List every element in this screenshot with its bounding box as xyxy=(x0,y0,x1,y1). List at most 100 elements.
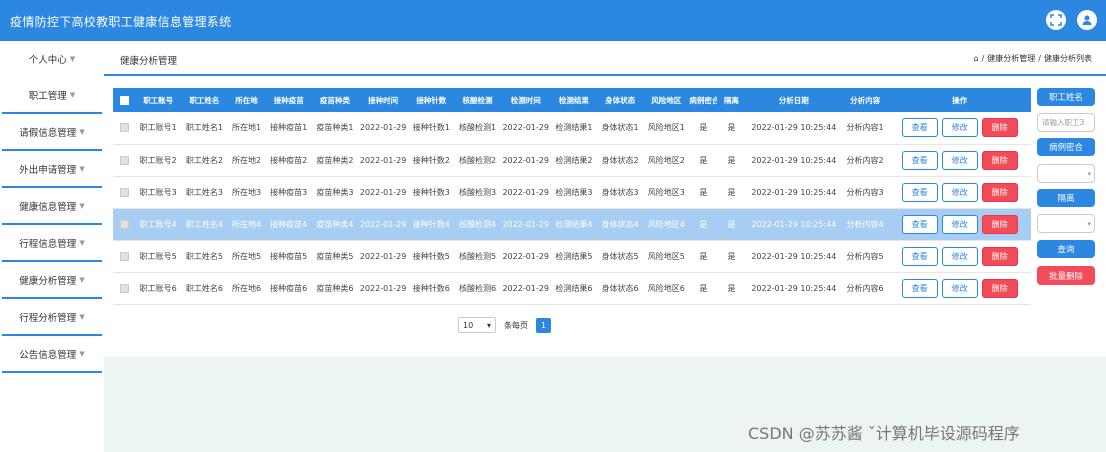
table-row[interactable]: 职工账号4 职工姓名4 所在地4 接种疫苗4 疫苗种类4 2022-01-29 接种针数4 核… xyxy=(113,208,1031,241)
checkbox-icon[interactable] xyxy=(119,123,129,133)
edit-button[interactable]: 修改 xyxy=(941,118,978,138)
view-button[interactable]: 查看 xyxy=(901,246,938,266)
view-button[interactable]: 查看 xyxy=(901,214,938,234)
sidebar-item-label: 外出申请管理 xyxy=(19,165,77,176)
table-cell: 分析内容4 xyxy=(842,208,889,241)
row-checkbox[interactable] xyxy=(113,144,136,177)
page-size-select[interactable]: 10 ▾ xyxy=(458,317,496,333)
checkbox-icon[interactable] xyxy=(119,251,129,261)
view-button[interactable]: 查看 xyxy=(901,278,938,298)
column-header[interactable]: 身体状态 xyxy=(597,88,644,112)
row-checkbox[interactable] xyxy=(113,272,136,305)
table-row[interactable]: 职工账号1 职工姓名1 所在地1 接种疫苗1 疫苗种类1 2022-01-29 接种针数1 核… xyxy=(113,112,1031,145)
column-header[interactable]: 风险地区 xyxy=(643,88,690,112)
column-header[interactable]: 职工姓名 xyxy=(181,88,228,112)
checkbox-icon[interactable] xyxy=(119,187,129,197)
column-header[interactable]: 隔离 xyxy=(717,88,746,112)
sidebar-item-trip-analysis[interactable]: 行程分析管理 ▼ xyxy=(2,300,102,336)
search-button[interactable]: 查询 xyxy=(1037,240,1095,258)
table-cell: 2022-01-29 10:25:44 xyxy=(745,208,842,241)
column-header[interactable]: 接种时间 xyxy=(358,88,409,112)
sidebar-item-outing[interactable]: 外出申请管理 ▼ xyxy=(2,152,102,188)
sidebar-item-leave[interactable]: 请假信息管理 ▼ xyxy=(2,115,102,151)
user-avatar-icon[interactable] xyxy=(1077,10,1097,30)
row-checkbox[interactable] xyxy=(113,240,136,273)
table-cell: 2022-01-29 xyxy=(358,112,409,145)
table-cell: 2022-01-29 10:25:44 xyxy=(745,112,842,145)
view-button[interactable]: 查看 xyxy=(901,182,938,202)
case-contact-label-button[interactable]: 病例密合 xyxy=(1037,138,1095,156)
sidebar-item-label: 健康分析管理 xyxy=(19,276,77,287)
column-header[interactable]: 疫苗种类 xyxy=(311,88,358,112)
checkbox-icon[interactable] xyxy=(119,219,129,229)
chevron-down-icon: ▾ xyxy=(486,320,491,330)
column-header[interactable]: 接种针数 xyxy=(408,88,455,112)
delete-button[interactable]: 删除 xyxy=(981,246,1018,266)
table-cell: 检测结果2 xyxy=(550,144,597,177)
sidebar-item-personal-center[interactable]: 个人中心 ▼ xyxy=(2,41,102,77)
column-header[interactable]: 分析内容 xyxy=(842,88,889,112)
table-cell: 2022-01-29 xyxy=(358,144,409,177)
delete-button[interactable]: 删除 xyxy=(981,214,1018,234)
sidebar-item-staff[interactable]: 职工管理 ▼ xyxy=(2,78,102,114)
table-cell: 是 xyxy=(717,144,746,177)
delete-button[interactable]: 删除 xyxy=(981,118,1018,138)
column-header[interactable]: 职工账号 xyxy=(135,88,182,112)
table-header-row: 职工账号 职工姓名 所在地 接种疫苗 疫苗种类 接种时间 接种针数 核酸检测 检测时间 检测结果身… xyxy=(113,88,1031,112)
batch-delete-button[interactable]: 批量删除 xyxy=(1037,266,1095,285)
staff-name-input[interactable]: 请输入职工3 xyxy=(1037,113,1095,132)
sidebar-item-trip-info[interactable]: 行程信息管理 ▼ xyxy=(2,226,102,262)
row-checkbox[interactable] xyxy=(113,208,136,241)
table-row[interactable]: 职工账号5 职工姓名5 所在地5 接种疫苗5 疫苗种类5 2022-01-29 接种针数5 核… xyxy=(113,240,1031,273)
table-cell: 职工账号1 xyxy=(135,112,182,145)
chevron-down-icon: ▾ xyxy=(1087,169,1091,178)
checkbox-icon[interactable] xyxy=(119,283,129,293)
row-checkbox[interactable] xyxy=(113,176,136,209)
edit-button[interactable]: 修改 xyxy=(941,246,978,266)
column-header[interactable]: 核酸检测 xyxy=(454,88,501,112)
view-button[interactable]: 查看 xyxy=(901,150,938,170)
page-number-current[interactable]: 1 xyxy=(536,317,551,333)
delete-button[interactable]: 删除 xyxy=(981,182,1018,202)
table-cell: 疫苗种类6 xyxy=(311,272,358,305)
edit-button[interactable]: 修改 xyxy=(941,278,978,298)
edit-button[interactable]: 修改 xyxy=(941,182,978,202)
table-row[interactable]: 职工账号2 职工姓名2 所在地2 接种疫苗2 疫苗种类2 2022-01-29 接种针数2 核… xyxy=(113,144,1031,177)
select-all-checkbox[interactable] xyxy=(113,88,136,112)
table-cell: 2022-01-29 10:25:44 xyxy=(745,240,842,273)
checkbox-icon[interactable] xyxy=(119,95,129,105)
table-cell: 职工账号4 xyxy=(135,208,182,241)
table-row[interactable]: 职工账号3 职工姓名3 所在地3 接种疫苗3 疫苗种类3 2022-01-29 接种针数3 核… xyxy=(113,176,1031,209)
chevron-down-icon: ▼ xyxy=(79,202,85,210)
delete-button[interactable]: 删除 xyxy=(981,278,1018,298)
table-cell: 2022-01-29 xyxy=(358,272,409,305)
sidebar-item-announcement[interactable]: 公告信息管理 ▼ xyxy=(2,337,102,373)
table-cell: 核酸检测1 xyxy=(454,112,501,145)
column-header[interactable]: 检测结果 xyxy=(550,88,597,112)
edit-button[interactable]: 修改 xyxy=(941,214,978,234)
sidebar-item-health-analysis[interactable]: 健康分析管理 ▼ xyxy=(2,263,102,299)
fullscreen-icon[interactable] xyxy=(1046,10,1066,30)
row-checkbox[interactable] xyxy=(113,112,136,145)
column-header[interactable]: 分析日期 xyxy=(745,88,842,112)
edit-button[interactable]: 修改 xyxy=(941,150,978,170)
checkbox-icon[interactable] xyxy=(119,155,129,165)
table-cell: 所在地3 xyxy=(227,176,266,209)
column-header[interactable]: 所在地 xyxy=(227,88,266,112)
table-cell: 接种疫苗3 xyxy=(265,176,312,209)
column-header[interactable]: 接种疫苗 xyxy=(265,88,312,112)
quarantine-select[interactable]: ▾ xyxy=(1037,214,1095,233)
table-cell: 2022-01-29 xyxy=(358,240,409,273)
quarantine-label-button[interactable]: 隔离 xyxy=(1037,189,1095,207)
breadcrumb-item[interactable]: 健康分析管理 xyxy=(987,53,1035,64)
sidebar-item-health-info[interactable]: 健康信息管理 ▼ xyxy=(2,189,102,225)
delete-button[interactable]: 删除 xyxy=(981,150,1018,170)
column-header[interactable]: 病例密合 xyxy=(689,88,718,112)
table-row[interactable]: 职工账号6 职工姓名6 所在地6 接种疫苗6 疫苗种类6 2022-01-29 接种针数6 核… xyxy=(113,272,1031,305)
column-header[interactable]: 检测时间 xyxy=(500,88,551,112)
table-cell: 核酸检测4 xyxy=(454,208,501,241)
home-icon[interactable]: ⌂ xyxy=(974,54,979,63)
staff-name-label-button[interactable]: 职工姓名 xyxy=(1037,88,1095,106)
case-contact-select[interactable]: ▾ xyxy=(1037,164,1095,183)
view-button[interactable]: 查看 xyxy=(901,118,938,138)
